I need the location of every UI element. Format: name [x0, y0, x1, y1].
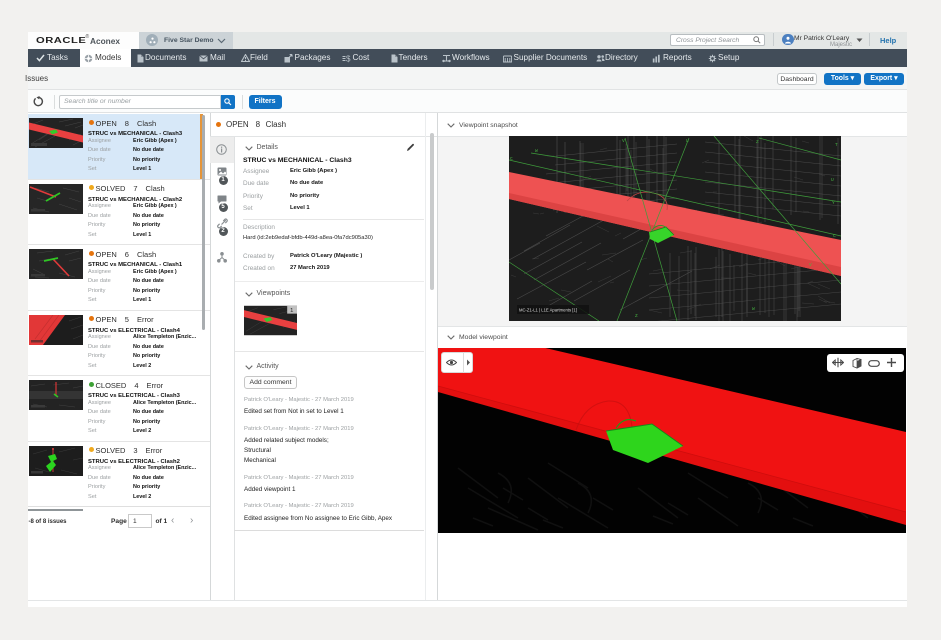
svg-text:W: W [752, 306, 755, 312]
svg-text:V: V [622, 138, 625, 144]
svg-text:V: V [809, 262, 812, 268]
svg-text:U: U [686, 138, 689, 144]
svg-text:1: 1 [290, 308, 293, 314]
svg-text:T: T [835, 142, 838, 148]
svg-text:C: C [510, 156, 513, 162]
svg-text:MC-Z1-L1 | L1E Apartments [1]: MC-Z1-L1 | L1E Apartments [1] [519, 308, 577, 313]
svg-text:C: C [833, 233, 836, 239]
svg-text:Y: Y [832, 200, 835, 206]
svg-text:W: W [535, 148, 538, 154]
svg-text:U: U [831, 177, 834, 183]
svg-text:Z: Z [756, 139, 759, 145]
svg-text:Z: Z [635, 313, 638, 319]
